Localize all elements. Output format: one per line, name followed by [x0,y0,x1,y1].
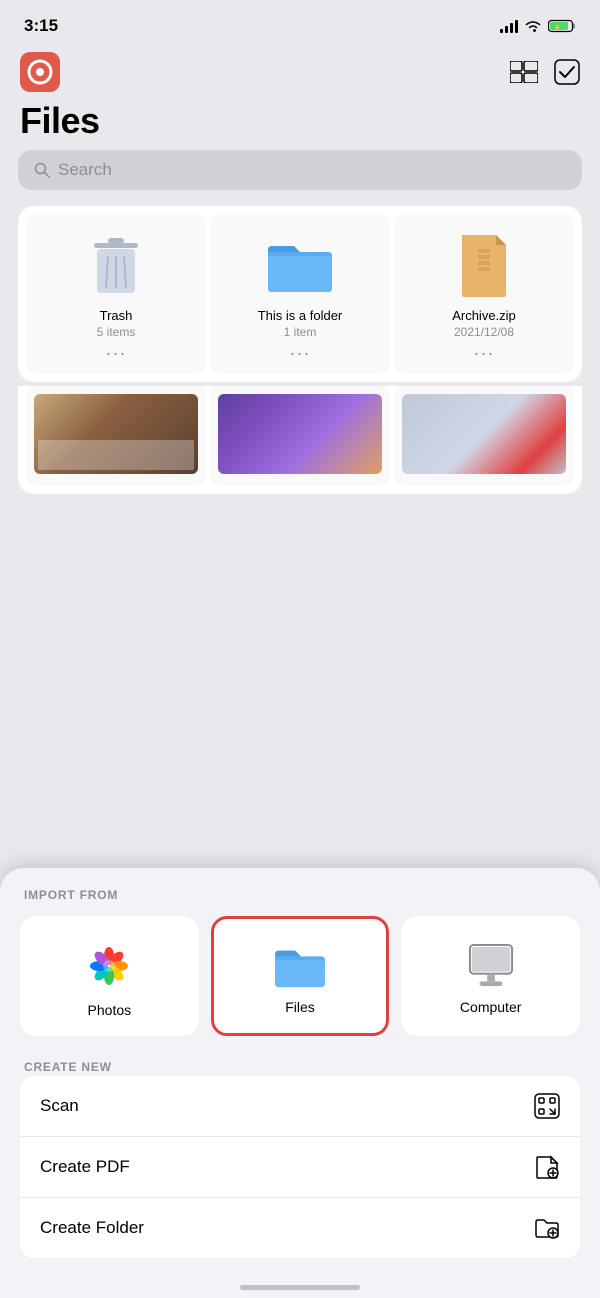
file-card-folder[interactable]: This is a folder 1 item ··· [210,214,390,374]
create-pdf-label: Create PDF [40,1157,130,1177]
status-bar: 3:15 ⚡ [0,0,600,44]
computer-icon [465,943,517,989]
status-icons: ⚡ [500,19,576,33]
svg-text:⚡: ⚡ [553,23,562,32]
photos-icon [83,940,135,992]
file-more-zip[interactable]: ··· [474,343,495,364]
import-computer[interactable]: Computer [401,916,580,1036]
file-meta-folder: 1 item [284,325,317,339]
file-grid-row2 [18,386,582,494]
battery-icon: ⚡ [548,19,576,33]
file-card-photo3[interactable] [394,386,574,486]
trash-icon-area [89,230,143,300]
zip-icon-area [456,230,512,300]
search-placeholder: Search [58,160,112,180]
file-card-zip[interactable]: Archive.zip 2021/12/08 ··· [394,214,574,374]
photo-thumb-1 [34,394,198,474]
action-create-pdf[interactable]: Create PDF [20,1137,580,1198]
action-create-folder[interactable]: Create Folder [20,1198,580,1258]
list-view-icon[interactable] [510,61,538,83]
page-title: Files [0,96,600,150]
import-photos[interactable]: Photos [20,916,199,1036]
file-name-zip: Archive.zip [452,308,516,323]
checkmark-icon[interactable] [554,59,580,85]
trash-icon [89,233,143,297]
file-card-photo1[interactable] [26,386,206,486]
create-new-label: CREATE NEW [20,1060,580,1074]
app-logo[interactable] [20,52,60,92]
photo-thumb-3 [402,394,566,474]
wifi-icon [524,19,542,33]
search-icon [34,162,50,178]
signal-icon [500,19,518,33]
status-time: 3:15 [24,16,58,36]
action-list: Scan Create PDF [20,1076,580,1258]
home-indicator [240,1285,360,1290]
import-grid: Photos Files Computer [20,916,580,1036]
file-name-trash: Trash [100,308,133,323]
import-computer-label: Computer [460,999,521,1015]
file-more-folder[interactable]: ··· [290,343,311,364]
scan-label: Scan [40,1096,79,1116]
header-actions [510,59,580,85]
import-photos-label: Photos [88,1002,132,1018]
bottom-sheet: IMPORT FROM Photos [0,868,600,1298]
photo-thumb-2 [218,394,382,474]
file-meta-zip: 2021/12/08 [454,325,514,339]
create-pdf-icon [534,1154,560,1180]
import-files[interactable]: Files [211,916,390,1036]
file-name-folder: This is a folder [258,308,343,323]
action-scan[interactable]: Scan [20,1076,580,1137]
file-grid: Trash 5 items ··· This is a folder 1 ite… [18,206,582,382]
file-card-trash[interactable]: Trash 5 items ··· [26,214,206,374]
file-more-trash[interactable]: ··· [106,343,127,364]
search-bar[interactable]: Search [18,150,582,190]
scan-icon [534,1093,560,1119]
create-folder-icon [534,1215,560,1241]
import-from-label: IMPORT FROM [20,888,580,902]
file-meta-trash: 5 items [97,325,136,339]
folder-icon [264,236,336,294]
file-card-photo2[interactable] [210,386,390,486]
zip-icon [456,231,512,299]
files-folder-icon [272,943,328,989]
create-folder-label: Create Folder [40,1218,144,1238]
folder-icon-area [264,230,336,300]
app-header [0,44,600,96]
import-files-label: Files [285,999,315,1015]
